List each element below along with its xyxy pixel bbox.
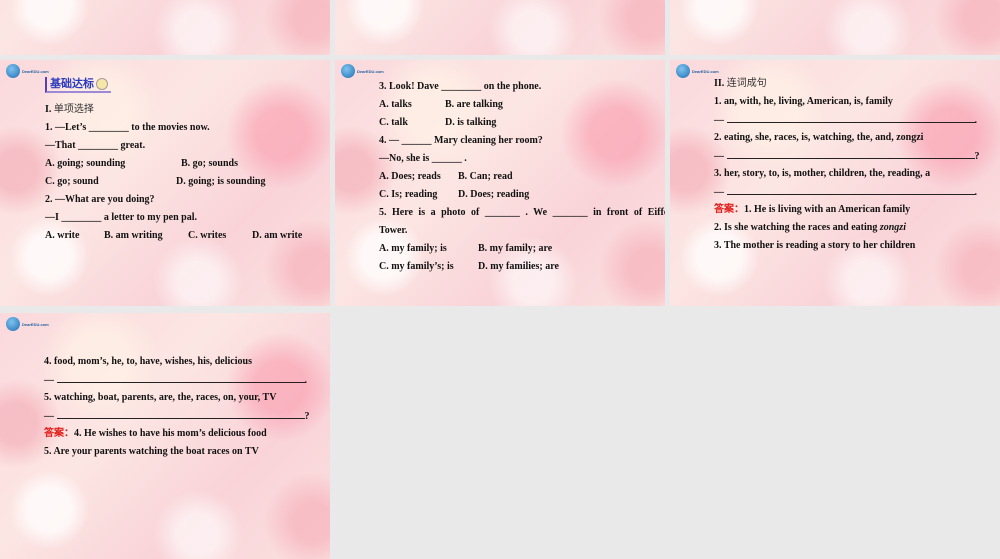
- option: A. Does; reads: [379, 171, 441, 182]
- slide-thumbnail-2[interactable]: DearEDU.com 3. Look! Dave ________ on th…: [335, 60, 665, 306]
- option: A. my family; is: [379, 243, 447, 254]
- logo: DearEDU.com: [676, 64, 719, 78]
- badge-text: 基础达标: [50, 77, 94, 90]
- logo: DearEDU.com: [6, 317, 49, 331]
- option: C. writes: [188, 230, 227, 241]
- logo: DearEDU.com: [341, 64, 384, 78]
- answer-blank: [726, 111, 975, 123]
- answer-line: 5. Are your parents watching the boat ra…: [44, 446, 259, 457]
- answer-blank: [56, 371, 305, 383]
- logo-text: DearEDU.com: [692, 68, 719, 74]
- question-line: 3. Look! Dave ________ on the phone.: [379, 81, 542, 92]
- option: A. going; sounding: [45, 158, 126, 169]
- section-label: 单项选择: [53, 104, 94, 115]
- punctuation: ?: [974, 151, 980, 162]
- option: C. talk: [379, 117, 408, 128]
- option: D. Does; reading: [458, 189, 530, 200]
- section-label: 连词成句: [726, 78, 767, 89]
- option: C. my family’s; is: [379, 261, 454, 272]
- question-line: 5. watching, boat, parents, are, the, ra…: [44, 392, 277, 403]
- question-line: 2. —What are you doing?: [45, 194, 155, 205]
- punctuation: .: [974, 115, 978, 126]
- option: D. is talking: [445, 117, 497, 128]
- option: B. go; sounds: [181, 158, 238, 169]
- option: A. write: [45, 230, 80, 241]
- logo-text: DearEDU.com: [22, 321, 49, 327]
- globe-logo-icon: [676, 64, 690, 78]
- option: B. am writing: [104, 230, 163, 241]
- question-line: 2. eating, she, races, is, watching, the…: [714, 132, 924, 143]
- badge-icon: [96, 78, 108, 90]
- dash: —: [714, 115, 724, 126]
- answer-blank: [726, 147, 975, 159]
- option: B. are talking: [445, 99, 503, 110]
- answer-italic: zongzi: [879, 222, 906, 233]
- slide-thumbnail-1[interactable]: DearEDU.com 基础达标 I. 单项选择 1. —Let’s _____…: [0, 60, 330, 306]
- question-line: —That ________ great.: [45, 140, 146, 151]
- question-line: 5. Here is a photo of _______ . We _____…: [379, 207, 665, 218]
- slide-thumbnail-top-3[interactable]: [670, 0, 1000, 55]
- logo-text: DearEDU.com: [357, 68, 384, 74]
- answer-blank: [56, 407, 305, 419]
- punctuation: ?: [304, 411, 310, 422]
- question-line: Tower.: [379, 225, 408, 236]
- question-line: —No, she is ______ .: [379, 153, 467, 164]
- logo: DearEDU.com: [6, 64, 49, 78]
- question-line: 1. an, with, he, living, American, is, f…: [714, 96, 893, 107]
- answer-line: 4. He wishes to have his mom’s delicious…: [74, 428, 267, 439]
- option: D. going; is sounding: [176, 176, 266, 187]
- option: C. Is; reading: [379, 189, 438, 200]
- option: B. my family; are: [478, 243, 553, 254]
- answer-label: 答案：: [714, 204, 744, 215]
- answer-line: 3. The mother is reading a story to her …: [714, 240, 916, 251]
- dash: —: [714, 187, 724, 198]
- dash: —: [44, 411, 54, 422]
- slide-thumbnail-4[interactable]: DearEDU.com 4. food, mom’s, he, to, have…: [0, 313, 330, 559]
- question-line: —I ________ a letter to my pen pal.: [45, 212, 198, 223]
- option: D. my families; are: [478, 261, 559, 272]
- slide-thumbnail-top-1[interactable]: [0, 0, 330, 55]
- section-number: I.: [45, 104, 52, 115]
- slide-thumbnail-top-2[interactable]: [335, 0, 665, 55]
- punctuation: .: [304, 375, 308, 386]
- section-number: II.: [714, 78, 725, 89]
- question-line: 1. —Let’s ________ to the movies now.: [45, 122, 210, 133]
- question-line: 4. — ______ Mary cleaning her room?: [379, 135, 543, 146]
- option: C. go; sound: [45, 176, 99, 187]
- punctuation: .: [974, 187, 978, 198]
- option: D. am write: [252, 230, 303, 241]
- slide-thumbnail-3[interactable]: DearEDU.com II. 连词成句 1. an, with, he, li…: [670, 60, 1000, 306]
- answer-line: 2. Is she watching the races and eating: [714, 222, 880, 233]
- answer-line: 1. He is living with an American family: [744, 204, 911, 215]
- globe-logo-icon: [6, 317, 20, 331]
- globe-logo-icon: [341, 64, 355, 78]
- dash: —: [714, 151, 724, 162]
- section-badge: 基础达标: [45, 77, 111, 93]
- option: A. talks: [379, 99, 412, 110]
- question-line: 3. her, story, to, is, mother, children,…: [714, 168, 931, 179]
- globe-logo-icon: [6, 64, 20, 78]
- option: B. Can; read: [458, 171, 513, 182]
- dash: —: [44, 375, 54, 386]
- logo-text: DearEDU.com: [22, 68, 49, 74]
- answer-blank: [726, 183, 975, 195]
- question-line: 4. food, mom’s, he, to, have, wishes, hi…: [44, 356, 252, 367]
- answer-label: 答案：: [44, 428, 74, 439]
